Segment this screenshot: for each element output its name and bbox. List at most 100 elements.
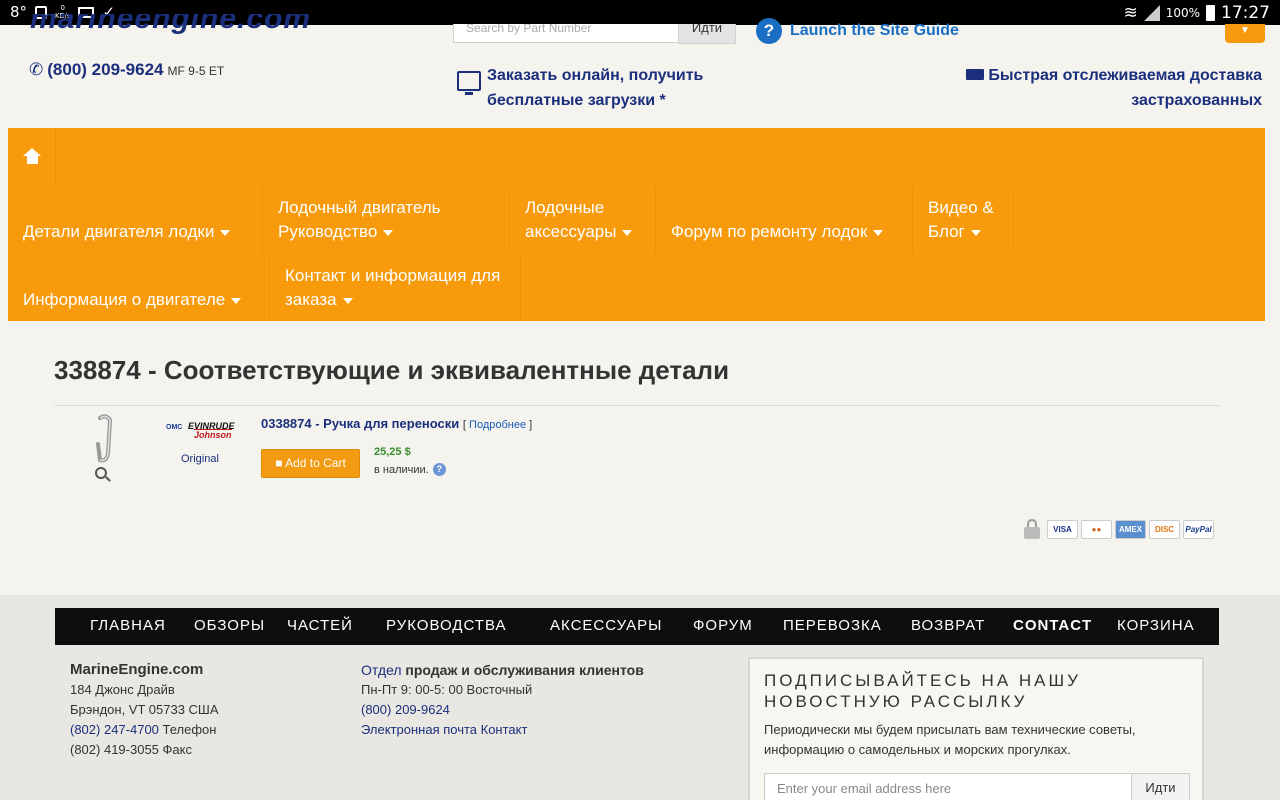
nav-item-label: Видео & Блог bbox=[928, 198, 994, 241]
zoom-icon[interactable] bbox=[95, 467, 107, 479]
nav-engine-info[interactable]: Информация о двигателе bbox=[8, 254, 270, 321]
home-icon[interactable] bbox=[8, 128, 56, 186]
footer-nav-parts[interactable]: ЧАСТЕЙ bbox=[287, 617, 353, 634]
nav-contact-ordering[interactable]: Контакт и информация для заказа bbox=[270, 254, 521, 321]
chevron-down-icon bbox=[342, 297, 353, 304]
nav-item-label: Форум по ремонту лодок bbox=[671, 222, 868, 241]
newsletter-box: ПОДПИСЫВАЙТЕСЬ НА НАШУ НОВОСТНУЮ РАССЫЛК… bbox=[748, 657, 1204, 800]
sales-service: Отдел продаж и обслуживания клиентов Пн-… bbox=[361, 660, 644, 740]
payment-methods: VISA ●● AMEX DISC PayPal bbox=[1024, 519, 1214, 539]
site-guide-link[interactable]: ? Launch the Site Guide bbox=[756, 18, 959, 44]
more-info-link[interactable]: Подробнее bbox=[469, 419, 526, 431]
temperature: 8° bbox=[10, 3, 28, 21]
clock: 17:27 bbox=[1221, 3, 1270, 23]
stock-status: в наличии. ? bbox=[374, 463, 446, 476]
more-info: [ Подробнее ] bbox=[463, 419, 532, 431]
search-button[interactable]: Идти bbox=[678, 24, 736, 44]
page-title: 338874 - Соответствующие и эквивалентные… bbox=[54, 355, 730, 385]
nav-item-label: Детали двигателя лодки bbox=[23, 222, 215, 241]
part-search-input[interactable]: Search by Part Number bbox=[453, 24, 679, 43]
site-logo-text: marineengine.com bbox=[30, 14, 312, 35]
chevron-down-icon bbox=[970, 229, 981, 236]
mastercard-icon: ●● bbox=[1081, 519, 1112, 539]
stock-text: в наличии. bbox=[374, 463, 429, 476]
address-line-2: Брэндон, VT 05733 США bbox=[70, 702, 219, 717]
sales-heading: Отдел продаж и обслуживания клиентов bbox=[361, 660, 644, 680]
johnson-text: Johnson bbox=[194, 429, 232, 440]
footer-nav-reviews[interactable]: ОБЗОРЫ bbox=[194, 617, 265, 634]
lock-icon bbox=[1024, 519, 1040, 539]
divider bbox=[54, 405, 1220, 406]
newsletter-submit-button[interactable]: Идти bbox=[1131, 773, 1190, 800]
nav-item-label: Лодочные аксессуары bbox=[525, 198, 617, 241]
brand-logo: OMC EVINRUDE Johnson bbox=[166, 421, 242, 440]
company-phone[interactable]: (802) 247-4700 bbox=[70, 722, 159, 737]
newsletter-email-input[interactable]: Enter your email address here bbox=[764, 773, 1132, 800]
main-navigation: Детали двигателя лодки Лодочный двигател… bbox=[8, 128, 1265, 321]
add-to-cart-label: Add to Cart bbox=[285, 456, 346, 470]
company-phone-row: (802) 247-4700 Телефон bbox=[70, 720, 219, 740]
sales-heading-prefix: Отдел bbox=[361, 662, 402, 678]
nav-video-blog[interactable]: Видео & Блог bbox=[913, 186, 1014, 254]
paypal-icon: PayPal bbox=[1183, 519, 1214, 539]
newsletter-description: Периодически мы будем присылать вам техн… bbox=[764, 722, 1136, 757]
sales-heading-text: продаж и обслуживания клиентов bbox=[405, 662, 644, 678]
part-title[interactable]: 0338874 - Ручка для переноски [ Подробне… bbox=[261, 416, 532, 431]
footer-nav-contact[interactable]: CONTACT bbox=[1013, 617, 1092, 634]
monitor-icon bbox=[457, 71, 481, 95]
amex-icon: AMEX bbox=[1115, 519, 1146, 539]
battery-icon bbox=[1206, 5, 1215, 21]
footer-nav-home[interactable]: ГЛАВНАЯ bbox=[90, 617, 166, 634]
visa-icon: VISA bbox=[1047, 519, 1078, 539]
site-logo[interactable]: marineengine.com bbox=[30, 14, 360, 36]
sales-hours: Пн-Пт 9: 00-5: 00 Восточный bbox=[361, 682, 533, 697]
chevron-down-icon bbox=[873, 229, 884, 236]
company-address: MarineEngine.com 184 Джонс Драйв Брэндон… bbox=[70, 660, 219, 760]
nav-item-label: Информация о двигателе bbox=[23, 290, 226, 309]
shipping-text[interactable]: Быстрая отслеживаемая доставка застрахов… bbox=[988, 67, 1262, 109]
footer-nav-returns[interactable]: ВОЗВРАТ bbox=[911, 617, 985, 634]
footer-nav-shipping[interactable]: ПЕРЕВОЗКА bbox=[783, 617, 882, 634]
nav-engine-manuals[interactable]: Лодочный двигатель Руководство bbox=[263, 186, 510, 254]
add-to-cart-button[interactable]: ■ Add to Cart bbox=[261, 449, 360, 478]
more-close: ] bbox=[526, 419, 533, 431]
nav-boat-engine-parts[interactable]: Детали двигателя лодки bbox=[8, 186, 263, 254]
address-line-1: 184 Джонс Драйв bbox=[70, 682, 175, 697]
order-online-text[interactable]: Заказать онлайн, получить бесплатные заг… bbox=[487, 63, 747, 113]
nav-boat-accessories[interactable]: Лодочные аксессуары bbox=[510, 186, 656, 254]
phone-number[interactable]: (800) 209-9624 bbox=[47, 60, 163, 80]
company-phone-label: Телефон bbox=[162, 722, 217, 737]
phone-hours: MF 9-5 ET bbox=[167, 64, 225, 78]
company-name: MarineEngine.com bbox=[70, 661, 204, 678]
network-speed-value: 0 bbox=[60, 4, 65, 12]
shipping-banner[interactable]: Быстрая отслеживаемая доставка застрахов… bbox=[922, 63, 1262, 113]
footer-nav-manuals[interactable]: РУКОВОДСТВА bbox=[386, 617, 506, 634]
footer-nav-accessories[interactable]: АКСЕССУАРЫ bbox=[550, 617, 662, 634]
footer-nav: ГЛАВНАЯ ОБЗОРЫ ЧАСТЕЙ РУКОВОДСТВА АКСЕСС… bbox=[55, 608, 1219, 645]
nav-item-label: Лодочный двигатель Руководство bbox=[278, 198, 441, 241]
company-fax: (802) 419-3055 Факс bbox=[70, 742, 192, 757]
phone-contact[interactable]: ✆ (800) 209-9624 MF 9-5 ET bbox=[29, 60, 224, 80]
newsletter-title: ПОДПИСЫВАЙТЕСЬ НА НАШУ НОВОСТНУЮ РАССЫЛК… bbox=[764, 671, 1081, 711]
sales-phone[interactable]: (800) 209-9624 bbox=[361, 700, 644, 720]
part-price: 25,25 $ bbox=[374, 446, 411, 458]
wifi-icon: ≋ bbox=[1123, 3, 1138, 23]
footer-nav-cart[interactable]: КОРЗИНА bbox=[1117, 617, 1195, 634]
part-image[interactable] bbox=[92, 414, 116, 464]
footer-nav-forum[interactable]: ФОРУМ bbox=[693, 617, 753, 634]
chevron-down-icon bbox=[622, 229, 633, 236]
battery-percent: 100% bbox=[1165, 6, 1200, 20]
cart-small-icon: ■ bbox=[275, 456, 286, 470]
signal-icon bbox=[1143, 5, 1160, 21]
info-icon[interactable]: ? bbox=[432, 463, 446, 476]
email-contact-link[interactable]: Электронная почта Контакт bbox=[361, 720, 644, 740]
original-badge: Original bbox=[181, 453, 219, 465]
part-name[interactable]: 0338874 - Ручка для переноски bbox=[261, 416, 459, 431]
help-icon: ? bbox=[756, 18, 782, 44]
site-guide-label: Launch the Site Guide bbox=[790, 22, 959, 39]
nav-item-label: Контакт и информация для заказа bbox=[285, 266, 501, 309]
chevron-down-icon bbox=[383, 229, 394, 236]
cart-icon[interactable]: ▼ bbox=[1225, 24, 1265, 43]
order-online-banner[interactable]: Заказать онлайн, получить бесплатные заг… bbox=[457, 63, 747, 113]
nav-repair-forum[interactable]: Форум по ремонту лодок bbox=[656, 186, 913, 254]
